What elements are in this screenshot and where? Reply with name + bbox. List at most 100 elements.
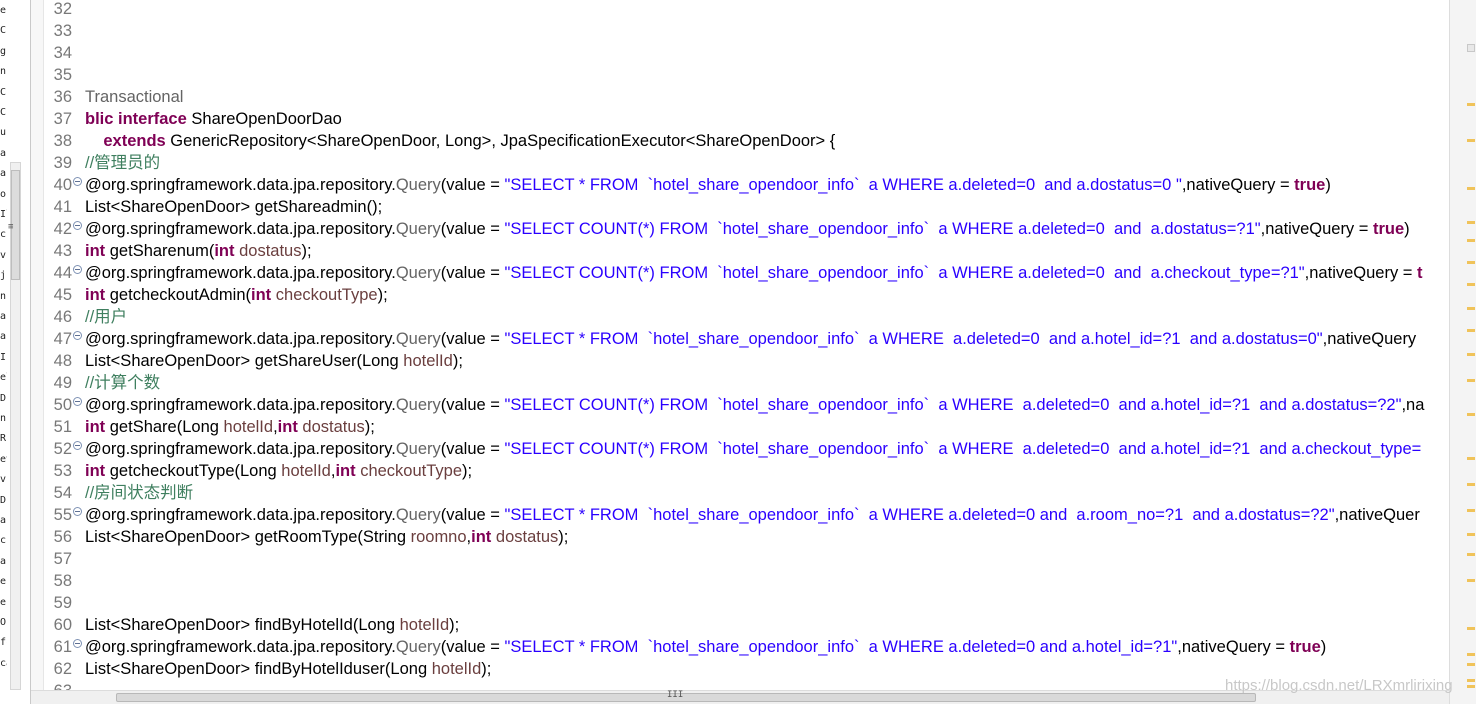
package-explorer-item[interactable]: C	[0, 106, 7, 120]
overview-marker[interactable]	[1467, 663, 1475, 666]
package-explorer-item[interactable]: el	[0, 371, 7, 385]
code-line[interactable]: 32	[44, 0, 1449, 20]
overview-marker[interactable]	[1467, 653, 1475, 656]
fold-collapse-icon[interactable]	[73, 221, 82, 230]
code-line[interactable]: 52 @org.springframework.data.jpa.reposito…	[44, 438, 1449, 460]
code-line[interactable]: 41 List<ShareOpenDoor> getShareadmin();	[44, 196, 1449, 218]
code-line[interactable]: 49 //计算个数	[44, 372, 1449, 394]
overview-marker[interactable]	[1467, 533, 1475, 536]
overview-marker[interactable]	[1467, 329, 1475, 332]
fold-collapse-icon[interactable]	[73, 331, 82, 340]
package-explorer-item[interactable]: g	[0, 45, 7, 59]
package-explorer-item[interactable]: I	[0, 351, 7, 365]
overview-marker[interactable]	[1467, 679, 1475, 682]
code-line[interactable]: 45 int getcheckoutAdmin(int checkoutType)…	[44, 284, 1449, 306]
package-explorer-item[interactable]: a	[0, 330, 7, 344]
fold-collapse-icon[interactable]	[73, 507, 82, 516]
package-explorer-item[interactable]: n	[0, 290, 7, 304]
code-line[interactable]: 51 int getShare(Long hotelId,int dostatus…	[44, 416, 1449, 438]
overview-marker[interactable]	[1467, 103, 1475, 106]
overview-marker[interactable]	[1467, 509, 1475, 512]
package-explorer-item[interactable]: fc	[0, 636, 7, 650]
package-explorer-item[interactable]: n	[0, 65, 7, 79]
package-explorer-item[interactable]: a	[0, 147, 7, 161]
code-area[interactable]: 32 33 34 35 36 Transactional 37 blic interface …	[44, 0, 1449, 690]
package-explorer-item[interactable]: D	[0, 392, 7, 406]
package-explorer-panel[interactable]: eCgnCCuaaoIlcvjnaaIelDnRevvDacaeeOfcca ≡	[0, 0, 31, 704]
horizontal-scroll-thumb[interactable]: III	[116, 690, 1256, 702]
code-line[interactable]: 38 extends GenericRepository<ShareOpenDo…	[44, 130, 1449, 152]
package-explorer-item[interactable]: ca	[0, 657, 7, 671]
package-explorer-item[interactable]: e	[0, 575, 7, 589]
overview-marker[interactable]	[1467, 379, 1475, 382]
overview-marker[interactable]	[1467, 579, 1475, 582]
package-explorer-item[interactable]: u	[0, 126, 7, 140]
code-line[interactable]: 33	[44, 20, 1449, 42]
overview-marker[interactable]	[1467, 627, 1475, 630]
package-explorer-item[interactable]: a	[0, 310, 7, 324]
package-explorer-item[interactable]: c	[0, 534, 7, 548]
code-line[interactable]: 35	[44, 64, 1449, 86]
fold-collapse-icon[interactable]	[73, 177, 82, 186]
code-line[interactable]: 60 List<ShareOpenDoor> findByHotelId(Long…	[44, 614, 1449, 636]
package-explorer-item[interactable]: D	[0, 494, 7, 508]
code-line[interactable]: 53 int getcheckoutType(Long hotelId,int c…	[44, 460, 1449, 482]
overview-marker[interactable]	[1467, 221, 1475, 224]
code-line[interactable]: 34	[44, 42, 1449, 64]
overview-marker[interactable]	[1467, 283, 1475, 286]
code-line[interactable]: 61 @org.springframework.data.jpa.reposito…	[44, 636, 1449, 658]
code-line[interactable]: 55 @org.springframework.data.jpa.reposito…	[44, 504, 1449, 526]
overview-marker[interactable]	[1467, 261, 1475, 264]
package-explorer-item[interactable]: ev	[0, 453, 7, 467]
overview-marker[interactable]	[1467, 239, 1475, 242]
package-explorer-item[interactable]: Il	[0, 208, 7, 222]
overview-marker[interactable]	[1467, 139, 1475, 142]
code-line[interactable]: 37 blic interface ShareOpenDoorDao	[44, 108, 1449, 130]
code-line[interactable]: 43 int getSharenum(int dostatus);	[44, 240, 1449, 262]
package-explorer-item[interactable]: v	[0, 473, 7, 487]
code-line[interactable]: 57	[44, 548, 1449, 570]
code-editor[interactable]: 32 33 34 35 36 Transactional 37 blic interface …	[31, 0, 1449, 690]
overview-marker[interactable]	[1467, 483, 1475, 486]
package-explorer-item[interactable]: C	[0, 86, 7, 100]
code-line[interactable]: 54 //房间状态判断	[44, 482, 1449, 504]
code-line[interactable]: 44 @org.springframework.data.jpa.reposito…	[44, 262, 1449, 284]
package-explorer-item[interactable]: e	[0, 596, 7, 610]
overview-marker[interactable]	[1467, 307, 1475, 310]
package-explorer-item[interactable]: a	[0, 514, 7, 528]
code-line[interactable]: 40 @org.springframework.data.jpa.reposito…	[44, 174, 1449, 196]
code-line[interactable]: 48 List<ShareOpenDoor> getShareUser(Long …	[44, 350, 1449, 372]
fold-collapse-icon[interactable]	[73, 639, 82, 648]
package-explorer-item[interactable]: j	[0, 269, 7, 283]
code-line[interactable]: 39 //管理员的	[44, 152, 1449, 174]
package-explorer-item[interactable]: n	[0, 412, 7, 426]
overview-marker[interactable]	[1467, 187, 1475, 190]
overview-marker[interactable]	[1467, 457, 1475, 460]
package-explorer-item[interactable]: O	[0, 616, 7, 630]
package-explorer-item[interactable]: v	[0, 249, 7, 263]
fold-collapse-icon[interactable]	[73, 441, 82, 450]
overview-marker[interactable]	[1467, 353, 1475, 356]
code-line[interactable]: 36 Transactional	[44, 86, 1449, 108]
code-line[interactable]: 46 //用户	[44, 306, 1449, 328]
package-explorer-item[interactable]: c	[0, 228, 7, 242]
code-line[interactable]: 59	[44, 592, 1449, 614]
code-line[interactable]: 56 List<ShareOpenDoor> getRoomType(String…	[44, 526, 1449, 548]
package-explorer-item[interactable]: o	[0, 188, 7, 202]
overview-marker[interactable]	[1467, 413, 1475, 416]
fold-collapse-icon[interactable]	[73, 265, 82, 274]
code-line[interactable]: 58	[44, 570, 1449, 592]
overview-marker[interactable]	[1467, 685, 1475, 688]
package-explorer-item[interactable]: R	[0, 432, 7, 446]
overview-ruler[interactable]	[1449, 0, 1476, 704]
overview-marker[interactable]	[1467, 553, 1475, 556]
fold-collapse-icon[interactable]	[73, 397, 82, 406]
package-explorer-item[interactable]: a	[0, 555, 7, 569]
package-explorer-item[interactable]: a	[0, 167, 7, 181]
code-line[interactable]: 42 @org.springframework.data.jpa.reposito…	[44, 218, 1449, 240]
package-explorer-item[interactable]: C	[0, 24, 7, 38]
package-explorer-item[interactable]: e	[0, 4, 7, 18]
code-line[interactable]: 50 @org.springframework.data.jpa.reposito…	[44, 394, 1449, 416]
code-line[interactable]: 47 @org.springframework.data.jpa.reposito…	[44, 328, 1449, 350]
